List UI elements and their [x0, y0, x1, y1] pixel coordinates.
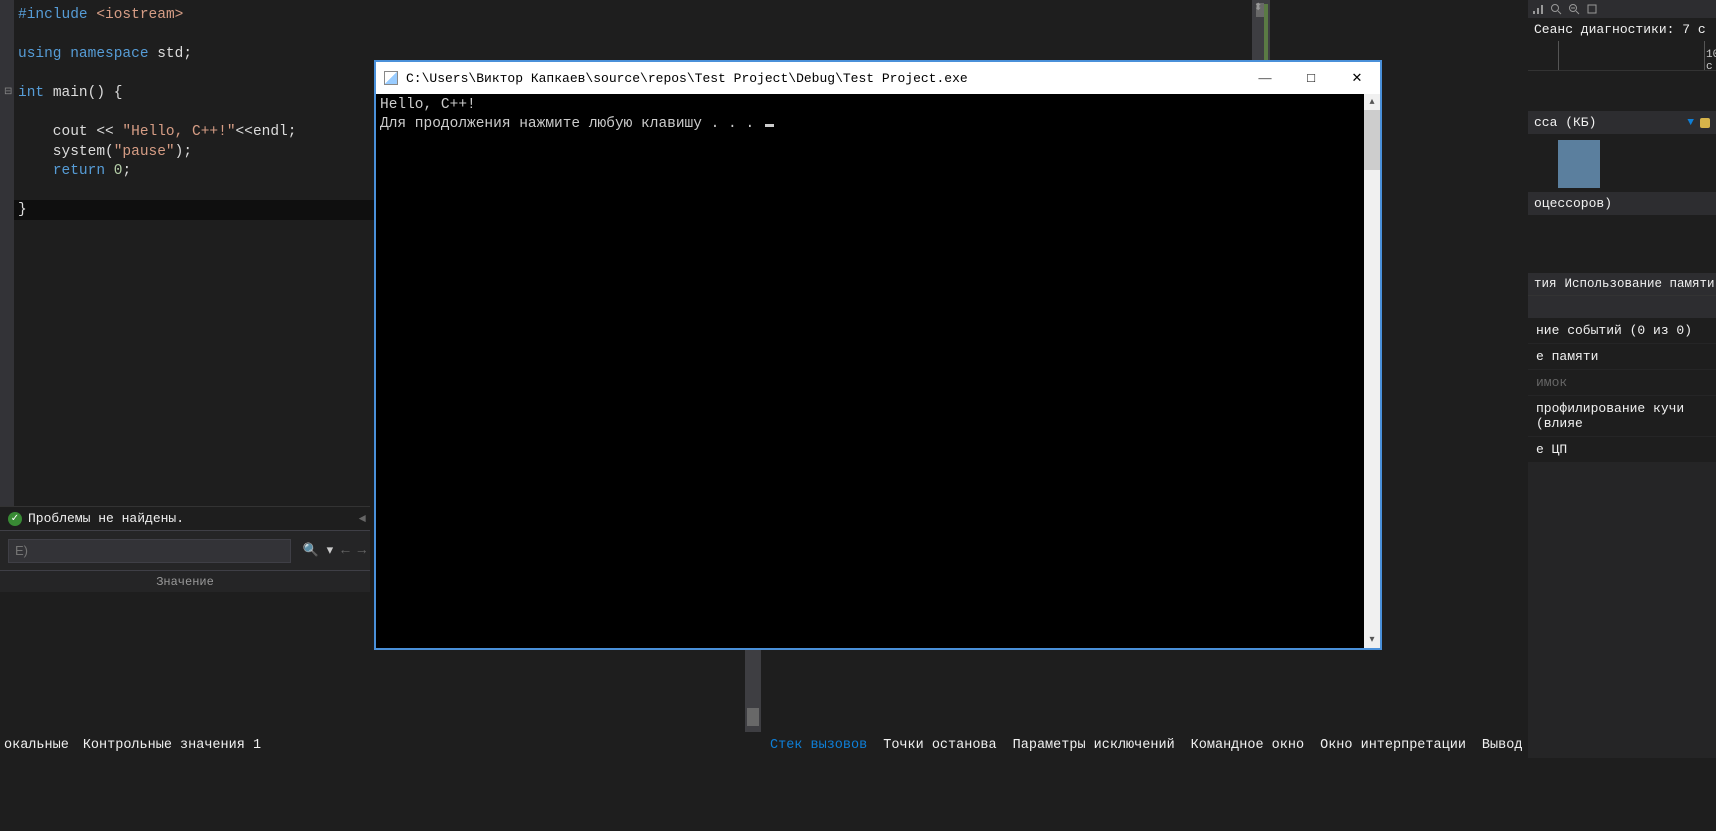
output-scroll-thumb[interactable]	[747, 708, 759, 726]
memory-indicator-icon	[1700, 118, 1710, 128]
search-icon[interactable]: 🔍 ▾	[299, 543, 338, 558]
diag-toolbar	[1528, 0, 1716, 18]
console-titlebar[interactable]: C:\Users\Виктор Капкаев\source\repos\Tes…	[376, 62, 1380, 94]
diag-timeline[interactable]: 10 с	[1528, 41, 1716, 71]
tab-watch1[interactable]: Контрольные значения 1	[83, 738, 261, 753]
bottom-tabs-right: Стек вызовов Точки останова Параметры ис…	[770, 732, 1522, 758]
search-input[interactable]	[8, 539, 291, 563]
diag-cpu-row[interactable]: е ЦП	[1528, 437, 1716, 463]
tab-command-window[interactable]: Командное окно	[1191, 738, 1304, 753]
code-text[interactable]: #include <iostream> using namespace std;…	[18, 6, 296, 221]
diag-memory-label: сса (КБ)	[1534, 115, 1596, 130]
editor-gutter: ⊟	[0, 0, 14, 506]
scroll-up-icon[interactable]: ▴	[1364, 94, 1380, 110]
timeline-tick	[1558, 41, 1559, 70]
diag-cpu-label: оцессоров)	[1534, 196, 1612, 211]
diag-snapshot-row[interactable]: имок	[1528, 370, 1716, 396]
reset-view-icon[interactable]	[1586, 3, 1598, 15]
status-text: Проблемы не найдены.	[28, 511, 184, 526]
tab-breakpoints[interactable]: Точки останова	[883, 738, 996, 753]
console-scrollbar[interactable]: ▴ ▾	[1364, 94, 1380, 648]
tab-output[interactable]: Вывод	[1482, 738, 1523, 753]
minimize-button[interactable]: —	[1242, 63, 1288, 93]
console-output[interactable]: Hello, C++! Для продолжения нажмите любу…	[376, 94, 1364, 648]
console-scroll-thumb[interactable]	[1364, 110, 1380, 170]
console-window: C:\Users\Виктор Капкаев\source\repos\Tes…	[375, 61, 1381, 649]
close-button[interactable]: ✕	[1334, 63, 1380, 93]
tab-locals[interactable]: окальные	[4, 738, 69, 753]
status-ok-icon: ✓	[8, 512, 22, 526]
diag-tab-memory-usage[interactable]: Использование памяти	[1565, 277, 1715, 291]
console-app-icon	[384, 71, 398, 85]
fold-icon[interactable]: ⊟	[4, 86, 12, 98]
console-title: C:\Users\Виктор Капкаев\source\repos\Tes…	[406, 71, 1242, 86]
tab-immediate-window[interactable]: Окно интерпретации	[1320, 738, 1466, 753]
nav-back-icon[interactable]: ←	[337, 543, 353, 559]
bottom-tabs-left: окальные Контрольные значения 1	[0, 732, 261, 758]
diagnostics-panel: Сеанс диагностики: 7 с 10 с сса (КБ) ▼ о…	[1528, 0, 1716, 758]
collapse-icon[interactable]: ▼	[1687, 117, 1694, 129]
diag-sub-tabs: тия Использование памяти	[1528, 273, 1716, 296]
console-cursor	[765, 124, 774, 127]
output-scrollbar[interactable]	[745, 648, 761, 732]
diag-events-summary[interactable]: ние событий (0 из 0)	[1528, 318, 1716, 344]
diag-tab-events[interactable]: тия	[1534, 277, 1557, 291]
diag-subtoolbar	[1528, 296, 1716, 318]
split-editor-icon[interactable]: ⬍	[1254, 2, 1268, 12]
memory-graph[interactable]	[1528, 134, 1716, 192]
diag-heap-profiling-row[interactable]: профилирование кучи (влияе	[1528, 396, 1716, 437]
maximize-button[interactable]: □	[1288, 63, 1334, 93]
problems-status-bar: ✓ Проблемы не найдены. ◄	[0, 506, 370, 530]
diag-events-track[interactable]	[1528, 71, 1716, 111]
watch-panel-body[interactable]	[0, 592, 370, 730]
cpu-graph[interactable]	[1528, 215, 1716, 273]
timeline-tick-label: 10 с	[1706, 49, 1716, 73]
diag-cpu-header[interactable]: оцессоров)	[1528, 192, 1716, 215]
search-toolbar: 🔍 ▾ ← →	[0, 530, 370, 570]
watch-column-header[interactable]: Значение	[0, 570, 370, 592]
scroll-down-icon[interactable]: ▾	[1364, 632, 1380, 648]
nav-forward-icon[interactable]: →	[354, 543, 370, 559]
diag-memory-header[interactable]: сса (КБ) ▼	[1528, 111, 1716, 134]
timeline-tick	[1704, 41, 1705, 70]
status-collapse-icon[interactable]: ◄	[355, 512, 370, 526]
zoom-in-icon[interactable]	[1550, 3, 1562, 15]
diag-tool-icon[interactable]	[1532, 3, 1544, 15]
zoom-out-icon[interactable]	[1568, 3, 1580, 15]
diag-memory-row[interactable]: е памяти	[1528, 344, 1716, 370]
memory-graph-bar	[1558, 140, 1600, 188]
tab-call-stack[interactable]: Стек вызовов	[770, 738, 867, 753]
diag-session-label: Сеанс диагностики: 7 с	[1528, 18, 1716, 41]
tab-exception-settings[interactable]: Параметры исключений	[1013, 738, 1175, 753]
